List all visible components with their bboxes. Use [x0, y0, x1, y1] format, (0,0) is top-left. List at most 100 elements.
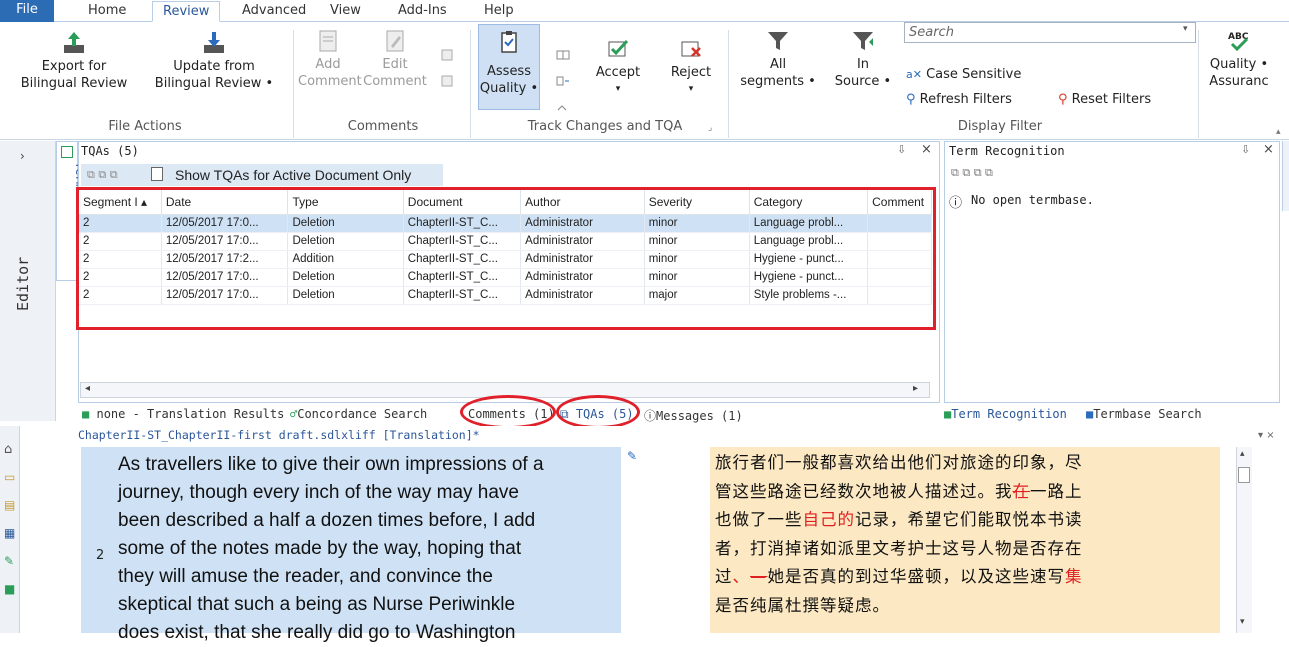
accept-label: Accept [595, 65, 641, 80]
tqa-tool-icons[interactable]: ⧉ ⧉ ⧉ [87, 168, 118, 182]
group-separator [293, 30, 294, 138]
tab-termbase-search[interactable]: ■Termbase Search [1086, 407, 1202, 421]
termbase-icon[interactable]: ■ [4, 582, 15, 596]
filter-search-input[interactable]: Search [904, 22, 1196, 43]
tab-concordance[interactable]: ♂Concordance Search [290, 407, 427, 421]
filter-icon [768, 32, 788, 50]
group-separator [1198, 30, 1199, 138]
scroll-left-icon[interactable]: ◂ [85, 383, 90, 394]
source-line: journey, though every inch of the way ma… [118, 482, 519, 503]
tab-messages[interactable]: ⓘMessages (1) [644, 407, 743, 424]
document-tab[interactable]: ChapterII-ST_ChapterII-first draft.sdlxl… [78, 428, 1289, 446]
editor-vertical-label[interactable]: Editor [14, 257, 32, 311]
menu-advanced[interactable]: Advanced [232, 1, 316, 22]
menu-bar: File Home Review Advanced View Add-Ins H… [0, 0, 1289, 22]
file-actions-group-label: File Actions [108, 119, 182, 134]
add-comment-button[interactable]: Add Comment [298, 28, 362, 90]
files-icon[interactable]: ▤ [4, 498, 15, 512]
text-run: 记录，希望它们能取悦本书读 [855, 510, 1083, 529]
in-source-button[interactable]: In Source • [828, 28, 898, 90]
quality-assurance-button[interactable]: ABC Quality • Assuranc [1204, 28, 1274, 90]
source-line: skeptical that such a being as Nurse Per… [118, 594, 516, 615]
menu-addins[interactable]: Add-Ins [388, 1, 457, 22]
editor-pencil-icon[interactable]: ✎ [4, 554, 14, 568]
reject-button[interactable]: Reject ▾ [658, 36, 724, 98]
edit-comment-button[interactable]: Edit Comment [360, 28, 430, 90]
tab-term-recognition[interactable]: ■Term Recognition [944, 407, 1067, 421]
refresh-filters-button[interactable]: ⚲ Refresh Filters [906, 92, 1012, 107]
term-panel-title: Term Recognition [949, 144, 1065, 158]
inserted-text: 自己的 [802, 510, 855, 529]
prev-comment-icon[interactable] [440, 48, 454, 62]
next-comment-icon[interactable] [440, 74, 454, 88]
all-segments-label-2: segments • [740, 74, 816, 89]
expand-chevron-icon[interactable]: › [20, 149, 25, 163]
reset-filters-label: Reset Filters [1071, 92, 1152, 107]
scroll-right-icon[interactable]: ▸ [913, 383, 918, 394]
edit-comment-icon [386, 30, 404, 52]
vertical-scrollbar[interactable]: ▴ ▾ [1236, 447, 1252, 633]
pin-icon[interactable]: ⇩ [897, 143, 906, 156]
editor-nav-sidebar: ⌂ ▭ ▤ ▦ ✎ ■ [0, 426, 20, 633]
scroll-down-icon[interactable]: ▾ [1240, 617, 1245, 627]
menu-home[interactable]: Home [78, 1, 136, 22]
menu-help[interactable]: Help [474, 1, 524, 22]
accept-dropdown-icon[interactable]: ▾ [584, 81, 652, 98]
text-run: 管这些路途已经数次地被人描述过。我 [715, 481, 1013, 501]
assess-quality-button[interactable]: Assess Quality • [478, 24, 540, 110]
all-segments-button[interactable]: All segments • [736, 28, 820, 90]
accept-button[interactable]: Accept ▾ [584, 36, 652, 98]
tab-menu-icon[interactable]: ▾ × [1258, 430, 1275, 441]
text-run: 一路上 [1030, 481, 1083, 501]
update-bilingual-button[interactable]: Update from Bilingual Review • [143, 30, 285, 92]
add-comment-label-1: Add [315, 57, 341, 72]
display-filter-group-label: Display Filter [957, 119, 1043, 134]
import-icon [204, 32, 224, 53]
menu-review[interactable]: Review [152, 1, 221, 22]
spellcheck-icon: ABC [1228, 32, 1249, 52]
in-source-label-1: In [856, 57, 870, 72]
prev-change-icon[interactable] [556, 48, 570, 62]
reports-icon[interactable]: ▦ [4, 526, 15, 540]
target-line: 是否纯属杜撰等疑虑。 [715, 595, 890, 615]
pin-icon[interactable]: ⇩ [1241, 143, 1250, 156]
termbase-viewer-tab[interactable]: Termbase Viewer [56, 141, 86, 281]
target-line: 旅行者们一般都喜欢给出他们对旅途的印象，尽 [715, 453, 1083, 472]
case-sensitive-toggle[interactable]: a✕ Case Sensitive [906, 67, 1021, 82]
reject-dropdown-icon[interactable]: ▾ [658, 81, 724, 98]
menu-file[interactable]: File [0, 0, 54, 22]
case-sensitive-label: Case Sensitive [926, 67, 1022, 82]
export-icon [64, 32, 84, 53]
home-icon[interactable]: ⌂ [4, 442, 12, 457]
bottom-tab-bar: ■ none - Translation Results ♂Concordanc… [78, 404, 1289, 426]
dialog-launcher-icon[interactable]: ⌟ [708, 123, 712, 133]
right-panel-strip[interactable] [1282, 141, 1289, 211]
scroll-thumb[interactable] [1238, 467, 1250, 483]
tab-translation-results[interactable]: ■ none - Translation Results [82, 407, 284, 421]
close-icon[interactable]: × [921, 142, 932, 157]
term-tool-icons[interactable]: ⧉ ⧉ ⧉ ⧉ [951, 166, 993, 180]
export-label-2: Bilingual Review [20, 76, 128, 91]
reset-filters-button[interactable]: ⚲ Reset Filters [1058, 92, 1151, 107]
show-active-document-toggle[interactable]: Show TQAs for Active Document Only [175, 167, 411, 183]
search-dropdown-icon[interactable]: ▾ [1183, 24, 1188, 34]
export-bilingual-button[interactable]: Export for Bilingual Review [4, 30, 144, 92]
close-icon[interactable]: × [1263, 142, 1274, 157]
ribbon-collapse-icon[interactable]: ▴ [1276, 127, 1281, 137]
scroll-up-icon[interactable]: ▴ [1240, 449, 1245, 459]
track-changes-icon[interactable] [556, 100, 570, 114]
source-filter-icon [853, 32, 873, 50]
target-line: 管这些路途已经数次地被人描述过。我在一路上 [715, 478, 1175, 507]
group-separator [728, 30, 729, 138]
menu-view[interactable]: View [320, 1, 371, 22]
tab-label: Messages (1) [656, 409, 743, 423]
refresh-filter-icon: ⚲ [906, 92, 916, 107]
qa-label-2: Assuranc [1209, 74, 1269, 89]
folder-icon[interactable]: ▭ [4, 470, 15, 484]
group-separator [470, 30, 471, 138]
text-run: 过 [715, 567, 733, 586]
next-change-icon[interactable] [556, 74, 570, 88]
tab-label: Term Recognition [951, 407, 1067, 421]
target-text[interactable]: 旅行者们一般都喜欢给出他们对旅途的印象，尽 管这些路途已经数次地被人描述过。我在… [715, 449, 1175, 620]
add-comment-icon [319, 30, 337, 52]
